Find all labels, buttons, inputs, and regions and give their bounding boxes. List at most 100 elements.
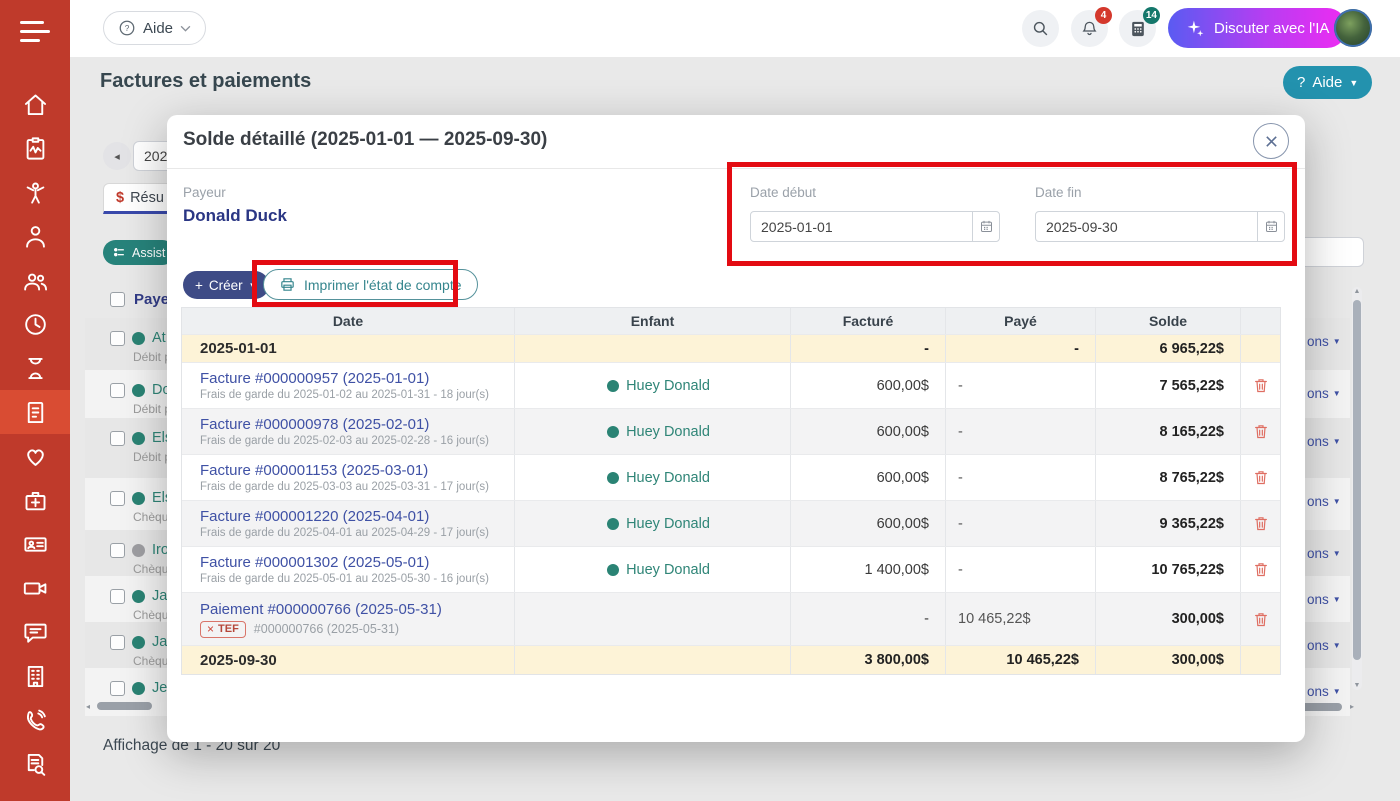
- chat-ai-button[interactable]: Discuter avec l'IA: [1168, 8, 1347, 48]
- delete-button[interactable]: [1241, 501, 1280, 546]
- sidebar-item-messages[interactable]: [0, 610, 70, 654]
- summary-solde: 6 965,22$: [1096, 335, 1241, 362]
- h-scrollbar-thumb-left[interactable]: [97, 702, 152, 710]
- tef-badge: ×TEF: [200, 621, 246, 638]
- payment-link[interactable]: Paiement #000000766 (2025-05-31): [182, 601, 514, 618]
- delete-button[interactable]: [1241, 409, 1280, 454]
- assistant-button[interactable]: Assist: [103, 240, 175, 265]
- payer-name-partial[interactable]: Je: [152, 680, 167, 696]
- child-name-link[interactable]: Huey Donald: [626, 378, 710, 394]
- modal-close-button[interactable]: [1253, 123, 1289, 159]
- sidebar-item-educators[interactable]: [0, 214, 70, 258]
- notifications-badge: 4: [1095, 7, 1112, 24]
- row-checkbox[interactable]: [110, 635, 125, 650]
- delete-button[interactable]: [1241, 363, 1280, 408]
- facture-amount: -: [791, 593, 946, 645]
- modal-divider: [167, 168, 1305, 169]
- payer-dot-icon: [132, 432, 145, 445]
- print-statement-button[interactable]: Imprimer l'état de compte: [263, 269, 478, 300]
- sidebar-item-waitlist[interactable]: [0, 346, 70, 390]
- delete-button[interactable]: [1241, 547, 1280, 592]
- calendar-button[interactable]: 14: [1119, 10, 1156, 47]
- date-start-calendar-button[interactable]: [972, 212, 999, 241]
- select-all-checkbox[interactable]: [110, 292, 125, 307]
- paye-amount: -: [946, 455, 1096, 500]
- sidebar-item-invoices[interactable]: [0, 390, 70, 434]
- child-name-link[interactable]: Huey Donald: [626, 562, 710, 578]
- child-name-link[interactable]: Huey Donald: [626, 424, 710, 440]
- sidebar-item-home[interactable]: [0, 82, 70, 126]
- payer-dot-icon: [132, 682, 145, 695]
- row-checkbox[interactable]: [110, 383, 125, 398]
- scroll-down-icon[interactable]: ▼: [1352, 682, 1362, 689]
- row-checkbox[interactable]: [110, 543, 125, 558]
- list-settings-icon: [113, 246, 126, 259]
- delete-button[interactable]: [1241, 593, 1280, 645]
- payer-name-partial[interactable]: Els: [152, 430, 167, 446]
- sidebar-item-groups[interactable]: [0, 258, 70, 302]
- payer-name: Donald Duck: [183, 206, 287, 226]
- caret-down-icon: ▼: [1349, 78, 1358, 88]
- calendar-icon: [979, 219, 994, 234]
- sidebar-item-schedule[interactable]: [0, 302, 70, 346]
- date-start-input[interactable]: [751, 212, 972, 241]
- scroll-right-icon[interactable]: ▸: [1350, 702, 1354, 711]
- date-end-calendar-button[interactable]: [1257, 212, 1284, 241]
- search-button[interactable]: [1022, 10, 1059, 47]
- child-dot-icon: [607, 518, 619, 530]
- vertical-scrollbar[interactable]: ▲ ▼: [1352, 287, 1362, 690]
- payer-dot-icon: [132, 384, 145, 397]
- payer-name-partial[interactable]: At: [152, 330, 166, 346]
- scroll-up-icon[interactable]: ▲: [1352, 288, 1362, 295]
- vertical-scrollbar-thumb[interactable]: [1353, 300, 1361, 660]
- sparkle-icon: [1186, 19, 1205, 38]
- date-end-input[interactable]: [1036, 212, 1257, 241]
- paye-amount: -: [946, 501, 1096, 546]
- sidebar-item-facility[interactable]: [0, 654, 70, 698]
- caret-down-icon: ▼: [249, 281, 257, 290]
- delete-button[interactable]: [1241, 455, 1280, 500]
- row-checkbox[interactable]: [110, 491, 125, 506]
- payer-name-partial[interactable]: Els: [152, 490, 167, 506]
- solde-amount: 8 165,22$: [1096, 409, 1241, 454]
- row-checkbox[interactable]: [110, 589, 125, 604]
- child-icon: [22, 179, 49, 206]
- payer-name-partial[interactable]: Ja: [152, 634, 167, 650]
- sidebar-item-children[interactable]: [0, 170, 70, 214]
- sidebar-item-video[interactable]: [0, 566, 70, 610]
- sidebar-item-calls[interactable]: [0, 698, 70, 742]
- scroll-left-icon[interactable]: ◂: [86, 702, 90, 711]
- row-checkbox[interactable]: [110, 431, 125, 446]
- invoice-link[interactable]: Facture #000001153 (2025-03-01): [182, 462, 514, 479]
- sidebar-item-reports[interactable]: [0, 742, 70, 786]
- avatar[interactable]: [1334, 9, 1372, 47]
- row-checkbox[interactable]: [110, 331, 125, 346]
- print-statement-label: Imprimer l'état de compte: [304, 277, 462, 293]
- col-header-paye: Payé: [946, 308, 1096, 334]
- child-name-link[interactable]: Huey Donald: [626, 516, 710, 532]
- notifications-button[interactable]: 4: [1071, 10, 1108, 47]
- prev-year-button[interactable]: ◂: [103, 142, 131, 170]
- invoice-link[interactable]: Facture #000001302 (2025-05-01): [182, 554, 514, 571]
- help-dropdown[interactable]: ? Aide: [103, 11, 206, 45]
- invoice-link[interactable]: Facture #000000957 (2025-01-01): [182, 370, 514, 387]
- menu-toggle-icon[interactable]: [20, 21, 52, 45]
- payer-name-partial[interactable]: Ja: [152, 588, 167, 604]
- child-name-link[interactable]: Huey Donald: [626, 470, 710, 486]
- create-button[interactable]: + Créer ▼: [183, 271, 269, 299]
- row-checkbox[interactable]: [110, 681, 125, 696]
- invoice-link[interactable]: Facture #000001220 (2025-04-01): [182, 508, 514, 525]
- sidebar-item-health[interactable]: [0, 434, 70, 478]
- invoice-link[interactable]: Facture #000000978 (2025-02-01): [182, 416, 514, 433]
- tab-resume-label: Résu: [130, 190, 164, 206]
- solde-amount: 8 765,22$: [1096, 455, 1241, 500]
- page-help-label: Aide: [1312, 74, 1342, 91]
- hourglass-icon: [22, 355, 49, 382]
- page-help-button[interactable]: ? Aide ▼: [1283, 66, 1372, 99]
- sidebar-item-clipboard[interactable]: [0, 126, 70, 170]
- payer-name-partial[interactable]: Iro: [152, 542, 167, 558]
- payer-name-partial[interactable]: Do: [152, 382, 167, 398]
- sidebar-item-id-card[interactable]: [0, 522, 70, 566]
- circled-question-icon: ?: [118, 19, 136, 37]
- sidebar-item-first-aid[interactable]: [0, 478, 70, 522]
